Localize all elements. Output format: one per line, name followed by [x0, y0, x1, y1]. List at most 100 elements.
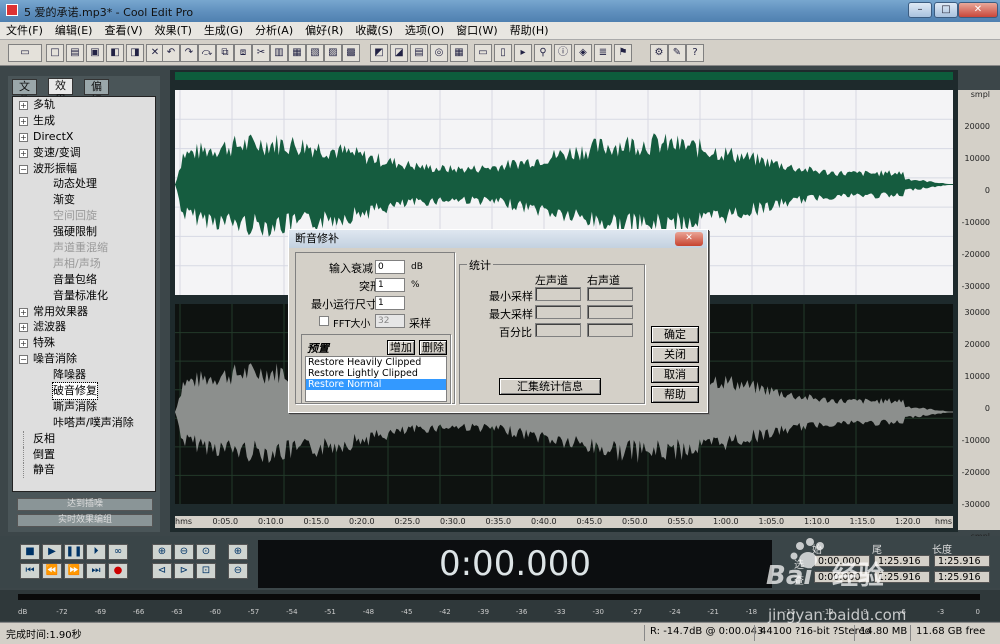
- menu-window[interactable]: 窗口(W): [450, 22, 503, 38]
- tree-item[interactable]: 静音: [13, 462, 155, 479]
- redo-icon[interactable]: ↷: [180, 44, 198, 62]
- help-icon[interactable]: ?: [686, 44, 704, 62]
- ok-button[interactable]: 确定: [651, 326, 699, 343]
- play-view-icon[interactable]: ▸: [514, 44, 532, 62]
- cd-view-icon[interactable]: ◎: [430, 44, 448, 62]
- menu-edit[interactable]: 编辑(E): [49, 22, 99, 38]
- marker-icon[interactable]: ⚑: [614, 44, 632, 62]
- zoom-out-icon[interactable]: ⊖: [174, 544, 194, 560]
- cancel-button[interactable]: 取消: [651, 366, 699, 383]
- collapse-icon[interactable]: −: [19, 164, 28, 174]
- tree-item[interactable]: 动态处理: [13, 176, 155, 192]
- tree-item[interactable]: − 噪音消除: [13, 351, 155, 367]
- fft-size-field[interactable]: 32: [375, 314, 405, 328]
- view-end-field[interactable]: 1:25.916: [874, 571, 930, 583]
- settings-icon[interactable]: ⚙: [650, 44, 668, 62]
- preset-list[interactable]: Restore Heavily Clipped Restore Lightly …: [305, 356, 447, 402]
- preset-item[interactable]: Restore Heavily Clipped: [306, 357, 446, 368]
- dialog-close-icon[interactable]: ✕: [675, 232, 703, 246]
- tree-item[interactable]: 音量标准化: [13, 288, 155, 304]
- trim-icon[interactable]: ▨: [324, 44, 342, 62]
- mute-icon[interactable]: ▩: [342, 44, 360, 62]
- save-all-icon[interactable]: ◨: [126, 44, 144, 62]
- tab-files[interactable]: 文件: [12, 79, 37, 107]
- zoom-full-icon[interactable]: ⊙: [196, 544, 216, 560]
- expand-icon[interactable]: +: [19, 132, 28, 142]
- tree-item[interactable]: 声道重混缩: [13, 240, 155, 256]
- loop-icon[interactable]: ∞: [108, 544, 128, 560]
- tree-item[interactable]: 嘶声消除: [13, 399, 155, 415]
- view-length-field[interactable]: 1:25.916: [934, 571, 990, 583]
- expand-icon[interactable]: +: [19, 339, 28, 349]
- tree-item[interactable]: 渐变: [13, 192, 155, 208]
- mix-paste-icon[interactable]: ▧: [306, 44, 324, 62]
- tab-effects[interactable]: 效果: [48, 78, 73, 106]
- tree-item[interactable]: + 变速/变调: [13, 145, 155, 161]
- find-icon[interactable]: ⚲: [534, 44, 552, 62]
- gather-stats-button[interactable]: 汇集统计信息: [499, 378, 601, 395]
- expand-icon[interactable]: +: [19, 101, 28, 110]
- play-icon[interactable]: ▶: [42, 544, 62, 560]
- menu-help[interactable]: 帮助(H): [504, 22, 555, 38]
- sel-begin-field[interactable]: 0:00.000: [814, 555, 870, 567]
- menu-options[interactable]: 选项(O): [399, 22, 450, 38]
- expand-icon[interactable]: +: [19, 148, 28, 158]
- vzoom-out-icon[interactable]: ⊖: [228, 563, 248, 579]
- paste-new-icon[interactable]: ▦: [288, 44, 306, 62]
- min-run-field[interactable]: 1: [375, 296, 405, 310]
- info-icon[interactable]: ⓘ: [554, 44, 572, 62]
- play-to-end-icon[interactable]: ⏵: [86, 544, 106, 560]
- input-attenuation-field[interactable]: 0: [375, 260, 405, 274]
- copy-to-new-icon[interactable]: ⧈: [234, 44, 252, 62]
- add-preset-button[interactable]: 增加: [387, 340, 415, 355]
- zoom-full-icon[interactable]: ▭: [474, 44, 492, 62]
- close-button[interactable]: ✕: [958, 2, 998, 18]
- forward-icon[interactable]: ⏩: [64, 563, 84, 579]
- zoom-left-icon[interactable]: ⊲: [152, 563, 172, 579]
- cue-icon[interactable]: ◈: [574, 44, 592, 62]
- zoom-sel-icon[interactable]: ▯: [494, 44, 512, 62]
- expand-icon[interactable]: +: [19, 116, 28, 126]
- minimize-button[interactable]: –: [908, 2, 932, 18]
- tree-item[interactable]: + 多轨: [13, 97, 155, 113]
- rewind-icon[interactable]: ⏪: [42, 563, 62, 579]
- repeat-icon[interactable]: ⤼: [198, 44, 216, 62]
- cut-icon[interactable]: ✂: [252, 44, 270, 62]
- zoom-right-icon[interactable]: ⊳: [174, 563, 194, 579]
- tree-item[interactable]: + 滤波器: [13, 319, 155, 335]
- tree-item[interactable]: 声相/声场: [13, 256, 155, 272]
- save-as-icon[interactable]: ◧: [106, 44, 124, 62]
- menu-generate[interactable]: 生成(G): [198, 22, 249, 38]
- meter-view-icon[interactable]: ▦: [450, 44, 468, 62]
- tree-item[interactable]: 咔嗒声/噗声消除: [13, 415, 155, 431]
- tree-item[interactable]: 破音修复: [13, 382, 155, 401]
- tree-item[interactable]: + DirectX: [13, 129, 155, 145]
- tree-item[interactable]: 强硬限制: [13, 224, 155, 240]
- view-begin-field[interactable]: 0:00.000: [814, 571, 870, 583]
- spike-field[interactable]: 1: [375, 278, 405, 292]
- expand-icon[interactable]: +: [19, 307, 28, 317]
- tree-item[interactable]: 空间回旋: [13, 208, 155, 224]
- menu-file[interactable]: 文件(F): [0, 22, 49, 38]
- menu-collect[interactable]: 收藏(S): [349, 22, 399, 38]
- vzoom-in-icon[interactable]: ⊕: [228, 544, 248, 560]
- menu-analyze[interactable]: 分析(A): [249, 22, 299, 38]
- tree-item[interactable]: 降噪器: [13, 367, 155, 383]
- track-view-icon[interactable]: ▤: [410, 44, 428, 62]
- go-end-icon[interactable]: ⏭: [86, 563, 106, 579]
- realtime-effects-button[interactable]: 实时效果编组: [17, 514, 153, 527]
- save-icon[interactable]: ▣: [86, 44, 104, 62]
- tree-item[interactable]: 倒置: [13, 446, 155, 463]
- close-dialog-button[interactable]: 关闭: [651, 346, 699, 363]
- go-start-icon[interactable]: ⏮: [20, 563, 40, 579]
- zoom-in-icon[interactable]: ⊕: [152, 544, 172, 560]
- collapse-icon[interactable]: −: [19, 355, 28, 365]
- waveform-view-icon[interactable]: ◪: [390, 44, 408, 62]
- menu-effects[interactable]: 效果(T): [149, 22, 198, 38]
- spectral-view-icon[interactable]: ◩: [370, 44, 388, 62]
- effects-btn-1[interactable]: 达到插噪: [17, 498, 153, 511]
- tree-item[interactable]: − 波形振幅: [13, 161, 155, 177]
- zoom-sel-icon[interactable]: ⊡: [196, 563, 216, 579]
- fft-checkbox[interactable]: [319, 316, 329, 326]
- tab-favorites[interactable]: 偏好: [84, 79, 109, 107]
